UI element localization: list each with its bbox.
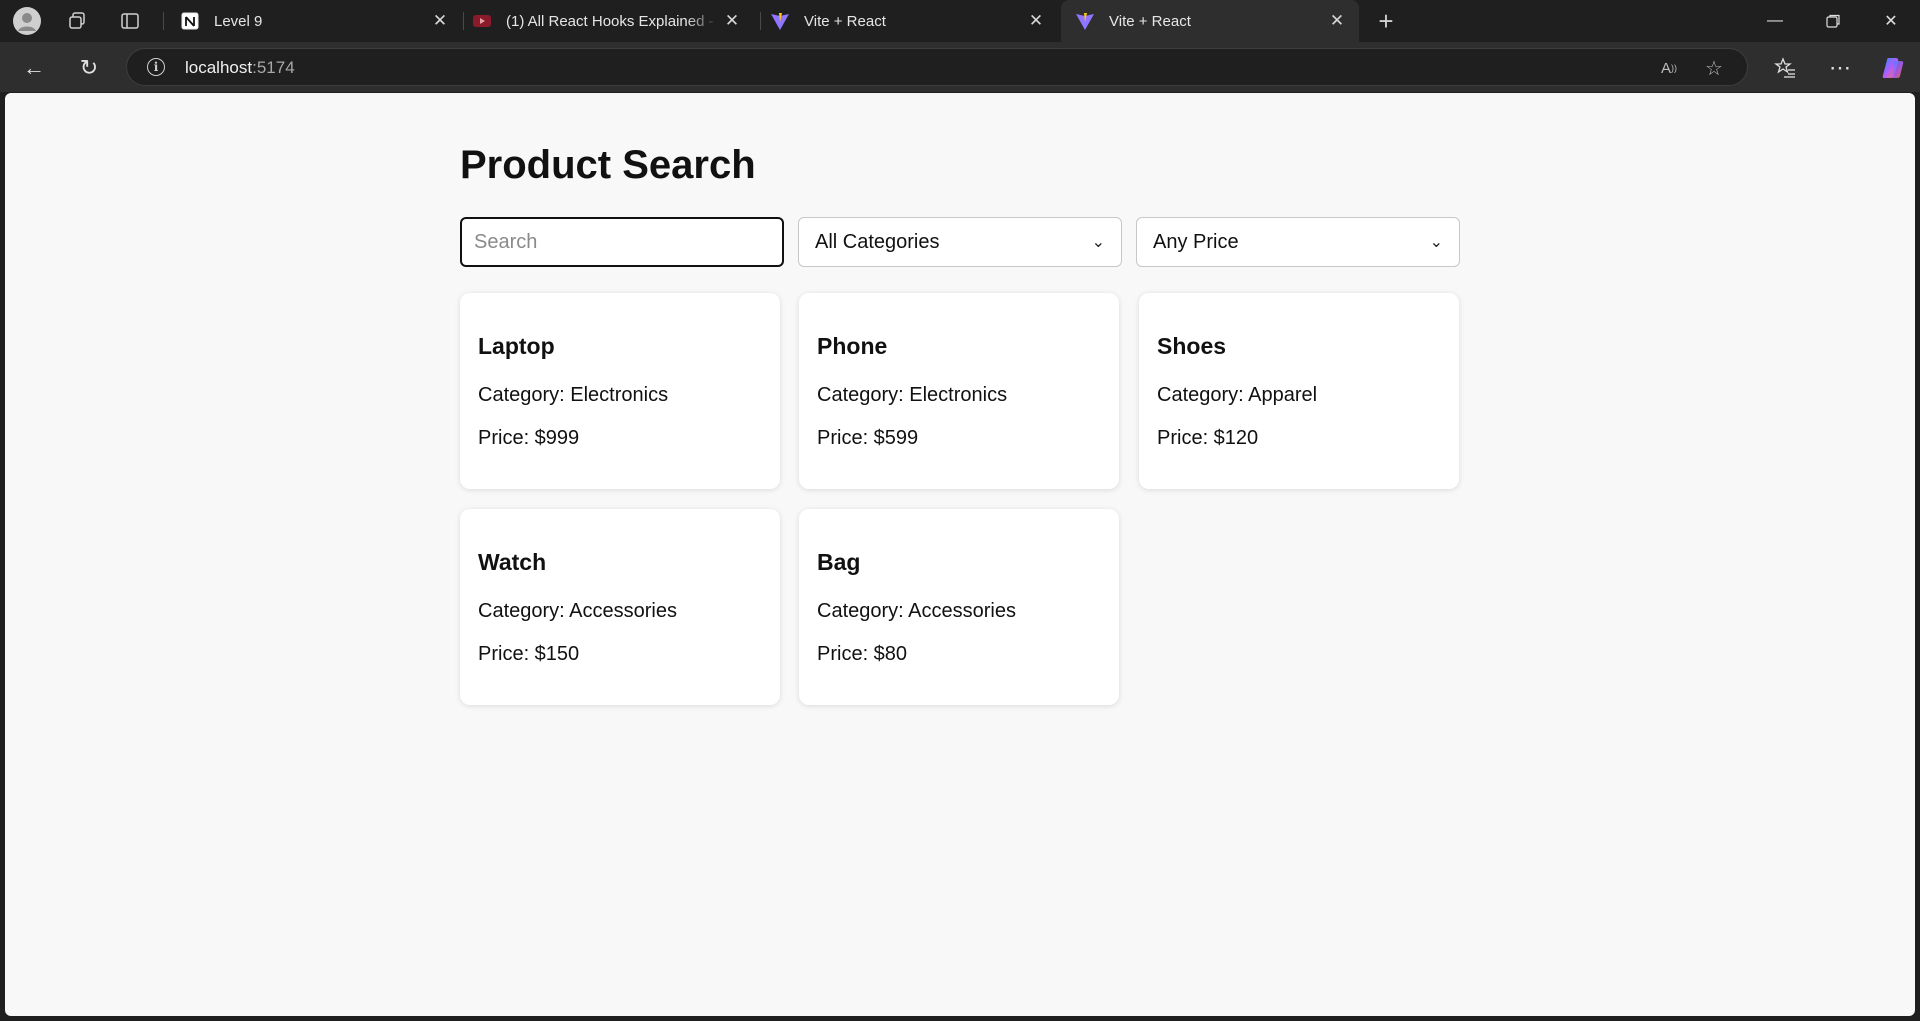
close-icon[interactable]: ✕ [1022,7,1050,35]
plus-icon: + [1378,5,1394,36]
url-port: :5174 [252,58,295,77]
back-button[interactable]: ← [14,50,54,86]
close-icon: ✕ [1884,13,1898,30]
favorite-star-icon[interactable]: ☆ [1702,56,1726,80]
favorites-list-icon [1774,57,1795,78]
address-bar[interactable]: i localhost:5174 A)) ☆ [126,48,1748,86]
product-card: Phone Category: Electronics Price: $599 [799,293,1119,489]
tab-separator [163,12,164,30]
youtube-icon [473,15,491,27]
product-name: Shoes [1157,333,1227,359]
product-card: Shoes Category: Apparel Price: $120 [1139,293,1459,489]
restore-button[interactable] [1804,0,1862,42]
toolbar: ← ↻ i localhost:5174 A)) ☆ ⋯ [0,42,1920,92]
chevron-down-icon: ⌄ [1091,234,1105,251]
url-text[interactable]: localhost:5174 [185,58,295,78]
product-price: Price: $120 [1157,427,1259,449]
vertical-tabs-icon [121,13,139,29]
tab-vite-react-active[interactable]: Vite + React ✕ [1061,0,1359,42]
tab-title: Vite + React [1109,12,1191,30]
product-category: Category: Electronics [817,384,1008,406]
close-icon[interactable]: ✕ [1323,7,1351,35]
tab-level-9[interactable]: Level 9 ✕ [166,0,462,42]
close-window-button[interactable]: ✕ [1862,0,1920,42]
product-category: Category: Electronics [478,384,669,406]
product-price: Price: $80 [817,643,908,665]
search-input[interactable] [460,217,784,267]
vite-icon [771,13,789,30]
product-name: Laptop [478,333,555,359]
filter-controls: All Categories ⌄ Any Price ⌄ [460,217,1460,267]
page-viewport: Product Search All Categories ⌄ Any Pric… [5,93,1915,1016]
product-name: Watch [478,549,547,575]
vite-icon [1076,13,1094,30]
price-select[interactable]: Any Price ⌄ [1136,217,1460,267]
site-info-icon[interactable]: i [147,58,165,76]
back-arrow-icon: ← [23,55,45,80]
workspaces-icon [69,12,85,29]
tab-title: Vite + React [804,12,886,30]
page-title: Product Search [460,143,756,187]
settings-more-button[interactable]: ⋯ [1820,50,1860,86]
copilot-button[interactable] [1873,50,1913,86]
product-category: Category: Apparel [1157,384,1318,406]
close-icon[interactable]: ✕ [718,7,746,35]
product-price: Price: $599 [817,427,919,449]
copilot-icon [1882,58,1904,78]
reload-icon: ↻ [79,55,99,80]
workspaces-button[interactable] [60,5,94,37]
tab-actions-button[interactable] [113,5,147,37]
tab-vite-react[interactable]: Vite + React ✕ [756,0,1058,42]
price-select-value: Any Price [1153,230,1239,253]
tab-title: Level 9 [214,12,263,30]
favorites-button[interactable] [1765,50,1805,86]
profile-avatar[interactable] [10,5,44,37]
close-icon[interactable]: ✕ [426,7,454,35]
product-category: Category: Accessories [817,600,1016,622]
restore-icon [1826,14,1840,28]
category-select-value: All Categories [815,230,940,253]
product-name: Phone [817,333,888,359]
tab-title: (1) All React Hooks Explained - Re [506,12,718,30]
category-select[interactable]: All Categories ⌄ [798,217,1122,267]
chevron-down-icon: ⌄ [1429,234,1443,251]
reload-button[interactable]: ↻ [69,50,109,86]
product-card: Bag Category: Accessories Price: $80 [799,509,1119,705]
product-category: Category: Accessories [478,600,677,622]
tab-react-hooks[interactable]: (1) All React Hooks Explained - Re ✕ [458,0,754,42]
product-price: Price: $150 [478,643,580,665]
url-host: localhost [185,58,253,77]
notion-icon [181,12,199,30]
tab-strip: Level 9 ✕ (1) All React Hooks Explained … [0,0,1920,42]
product-name: Bag [817,549,861,575]
product-price: Price: $999 [478,427,580,449]
profile-icon [13,7,41,35]
minimize-button[interactable]: — [1746,0,1804,42]
product-card: Watch Category: Accessories Price: $150 [460,509,780,705]
product-card: Laptop Category: Electronics Price: $999 [460,293,780,489]
minimize-icon: — [1767,12,1783,29]
read-aloud-icon[interactable]: A)) [1657,56,1681,80]
new-tab-button[interactable]: + [1369,5,1403,37]
more-icon: ⋯ [1829,55,1851,80]
